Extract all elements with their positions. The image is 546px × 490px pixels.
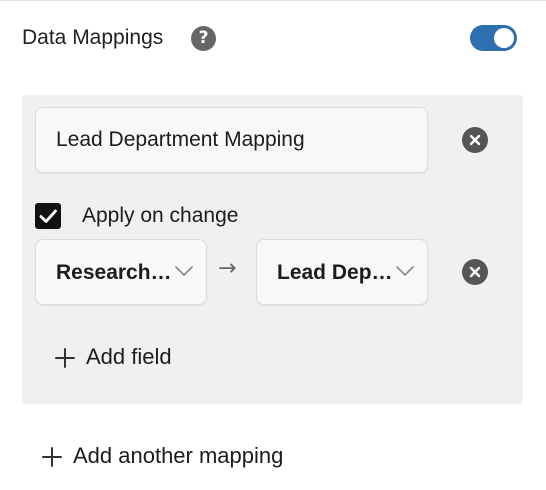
source-field-select[interactable]: Research… bbox=[35, 239, 207, 305]
mapping-name-input[interactable] bbox=[35, 107, 428, 173]
data-mappings-toggle[interactable] bbox=[470, 25, 517, 51]
add-field-label: Add field bbox=[86, 344, 172, 369]
plus-icon bbox=[42, 447, 62, 467]
section-title: Data Mappings bbox=[22, 26, 164, 49]
right-arrow-icon: → bbox=[218, 256, 237, 281]
question-circle-icon[interactable]: ? bbox=[191, 26, 216, 51]
close-circle-icon bbox=[469, 134, 481, 146]
apply-on-change-checkbox[interactable] bbox=[35, 203, 61, 229]
toggle-knob bbox=[494, 28, 514, 48]
apply-on-change-label: Apply on change bbox=[82, 204, 239, 227]
plus-icon bbox=[55, 348, 75, 368]
checkmark-icon bbox=[39, 209, 57, 223]
remove-field-row-button[interactable] bbox=[462, 259, 488, 285]
data-mappings-header: Data Mappings ? bbox=[0, 0, 546, 76]
target-field-select[interactable]: Lead Dep… bbox=[256, 239, 428, 305]
chevron-down-icon bbox=[175, 266, 193, 276]
remove-mapping-button[interactable] bbox=[462, 127, 488, 153]
target-field-value: Lead Dep… bbox=[277, 261, 393, 284]
close-circle-icon bbox=[469, 266, 481, 278]
chevron-down-icon bbox=[396, 266, 414, 276]
source-field-value: Research… bbox=[56, 261, 172, 284]
add-another-mapping-label: Add another mapping bbox=[73, 443, 284, 468]
